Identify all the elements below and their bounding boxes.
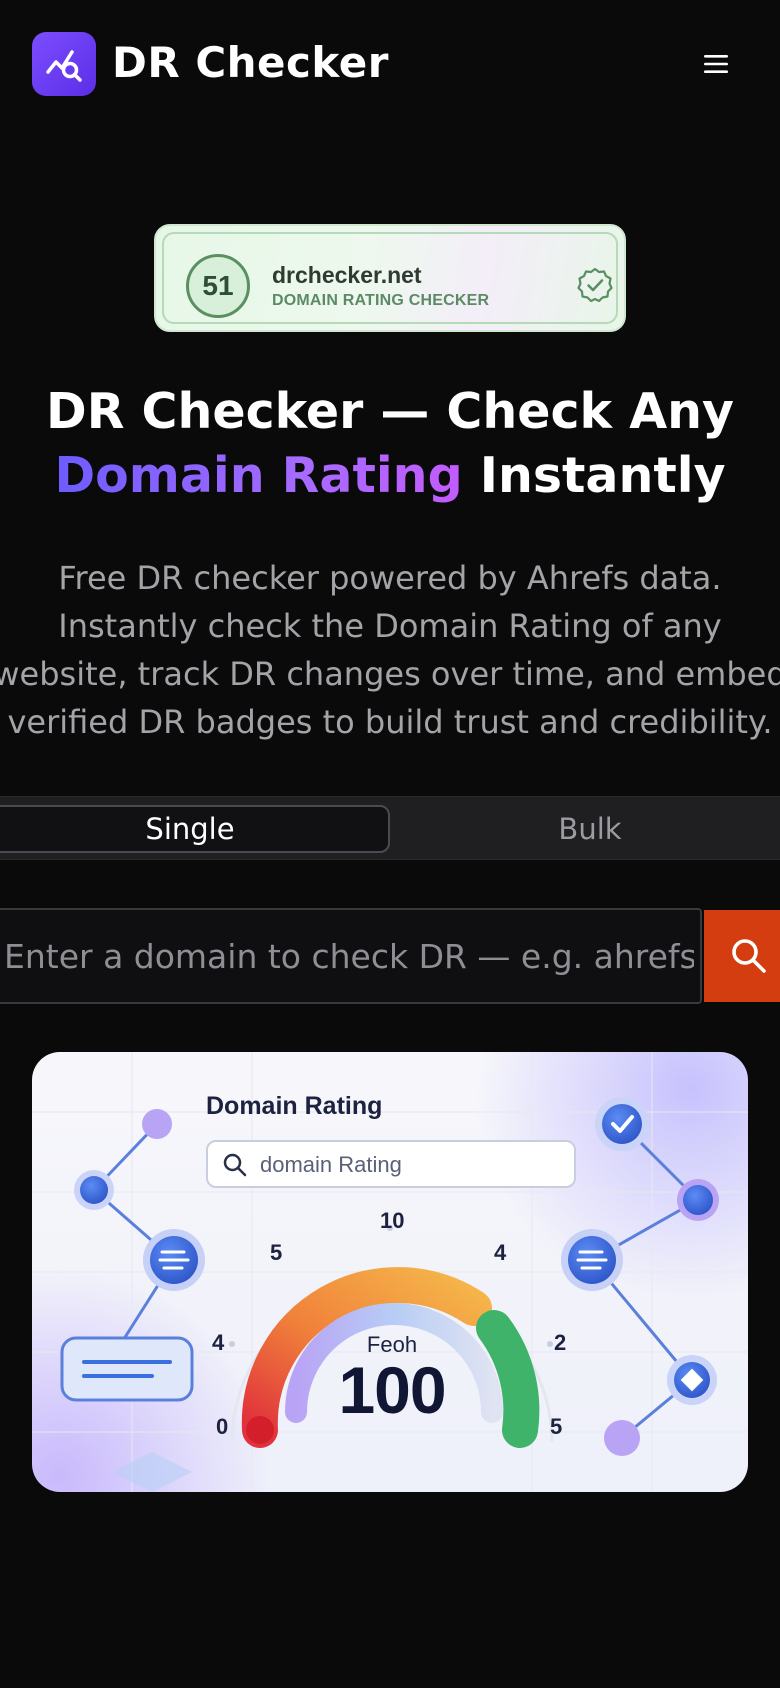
illustration-title: Domain Rating xyxy=(206,1092,383,1120)
gauge-label-bottom-left: 0 xyxy=(216,1414,229,1439)
gauge-label-upper-right: 4 xyxy=(494,1240,507,1265)
logo[interactable] xyxy=(32,32,96,96)
gauge-label-bottom-right: 5 xyxy=(550,1414,563,1439)
network-node xyxy=(602,1104,642,1144)
tab-single[interactable]: Single xyxy=(0,805,390,853)
network-node xyxy=(80,1176,108,1204)
gauge-value: 100 xyxy=(338,1353,446,1427)
verified-check-icon xyxy=(577,267,613,303)
network-node xyxy=(142,1109,172,1139)
tab-bulk[interactable]: Bulk xyxy=(400,805,780,853)
menu-button[interactable] xyxy=(698,46,734,82)
domain-search-input[interactable] xyxy=(4,910,694,1002)
search-icon xyxy=(732,939,766,973)
hamburger-menu-icon xyxy=(704,55,728,73)
title-highlight: Domain Rating xyxy=(54,447,463,504)
badge-score: 51 xyxy=(186,254,250,318)
domain-rating-illustration: Domain Rating domain Rating 10 5 4 4 2 0… xyxy=(32,1052,748,1492)
search-button[interactable] xyxy=(704,910,780,1002)
hero-description: Free DR checker powered by Ahrefs data. … xyxy=(0,559,780,741)
illustration-search-box: domain Rating xyxy=(206,1140,576,1188)
badge-subtitle: DOMAIN RATING CHECKER xyxy=(272,292,490,309)
search-field xyxy=(0,908,702,1004)
page: DR Checker 51 drchecker.net DOMAIN RATIN… xyxy=(0,0,780,1688)
network-node xyxy=(683,1185,713,1215)
title-rest: Instantly xyxy=(462,447,726,504)
page-title: DR Checker — Check Any Domain Rating Ins… xyxy=(0,380,780,508)
gauge-label-mid-right: 2 xyxy=(554,1330,567,1355)
badge-frame: 51 drchecker.net DOMAIN RATING CHECKER xyxy=(162,232,618,324)
header: DR Checker xyxy=(0,0,780,128)
gauge-label-upper-left: 5 xyxy=(270,1240,283,1265)
mode-tabs: Single Bulk xyxy=(0,796,780,860)
dr-badge[interactable]: 51 drchecker.net DOMAIN RATING CHECKER xyxy=(154,224,626,332)
gauge-label-top: 10 xyxy=(380,1208,405,1233)
illustration-search-text: domain Rating xyxy=(260,1152,402,1177)
title-line-1: DR Checker — Check Any xyxy=(46,383,734,440)
search-icon xyxy=(223,1153,247,1177)
chat-bubble xyxy=(60,1336,194,1402)
network-node xyxy=(604,1420,640,1456)
brand-name[interactable]: DR Checker xyxy=(112,38,389,87)
badge-domain: drchecker.net xyxy=(272,262,422,288)
gauge-label-mid-left: 4 xyxy=(212,1330,225,1355)
chart-search-icon xyxy=(46,50,82,82)
